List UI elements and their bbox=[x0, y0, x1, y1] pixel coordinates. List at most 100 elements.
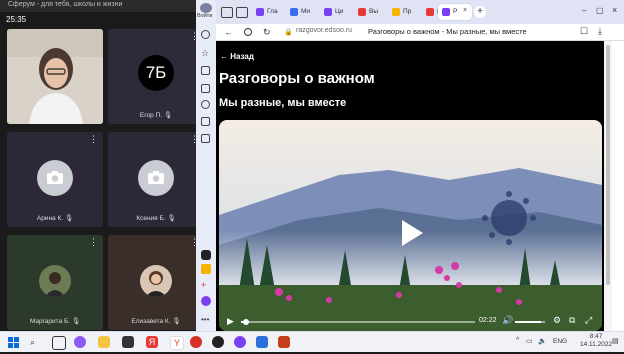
profile-label[interactable]: Войти bbox=[197, 13, 212, 19]
address-bar: ← ↻ 🔒 razgovor.edsoo.ru Разговоры о важн… bbox=[216, 24, 624, 41]
participant-name: Егор П. 🎙 bbox=[139, 112, 173, 119]
mic-muted-icon: 🎙 bbox=[64, 215, 74, 222]
participant-tile[interactable]: ⋮ Елизавета К. 🎙 bbox=[108, 235, 204, 330]
camera-off-icon bbox=[138, 160, 174, 196]
mail-icon[interactable] bbox=[201, 264, 211, 274]
close-tab-icon[interactable]: × bbox=[463, 7, 467, 14]
scrollbar-thumb[interactable] bbox=[606, 45, 610, 285]
url-field[interactable]: razgovor.edsoo.ru bbox=[296, 27, 352, 34]
more-icon[interactable]: ⋮ bbox=[89, 238, 98, 247]
play-pause-icon[interactable]: ▶ bbox=[227, 316, 234, 327]
history-icon[interactable] bbox=[201, 30, 210, 39]
settings-gear-icon[interactable]: ⚙ bbox=[553, 315, 561, 326]
tab-bar: Гла Ми Ци Вы Пр Ко Р× + – ▢ × bbox=[216, 0, 624, 24]
participant-avatar: 7Б bbox=[138, 55, 174, 91]
browser-side-panel: Войти ☆ + ••• bbox=[196, 0, 216, 331]
back-icon[interactable]: ← bbox=[224, 27, 233, 37]
add-icon[interactable]: + bbox=[201, 280, 211, 290]
camera-off-icon bbox=[37, 160, 73, 196]
video-frame bbox=[219, 120, 602, 331]
play-icon[interactable] bbox=[201, 100, 210, 109]
profile-icon[interactable] bbox=[200, 3, 212, 13]
bookmarks-icon[interactable]: ☆ bbox=[201, 48, 211, 58]
participant-tile[interactable]: ⋮ 7Б Егор П. 🎙 bbox=[108, 29, 204, 124]
download-icon[interactable]: ⤓ bbox=[598, 26, 602, 37]
web-page: ← Назад Разговоры о важном Мы разные, мы… bbox=[216, 41, 604, 331]
participant-tile-video[interactable] bbox=[7, 29, 103, 124]
progress-track[interactable] bbox=[241, 319, 475, 325]
tabs-overview-icon[interactable] bbox=[221, 7, 233, 18]
downloads-icon[interactable] bbox=[201, 117, 210, 126]
mic-muted-icon: 🎙 bbox=[167, 215, 176, 222]
back-link[interactable]: ← Назад bbox=[220, 52, 254, 61]
progress-handle[interactable] bbox=[242, 319, 249, 325]
speaker-icon[interactable]: 🔈 bbox=[538, 337, 547, 345]
more-icon[interactable]: ••• bbox=[201, 315, 211, 325]
participant-tile[interactable]: ⋮ Ксения Б. 🎙 bbox=[108, 132, 204, 227]
sferum-icon[interactable] bbox=[234, 336, 246, 348]
participant-name: Арина К. 🎙 bbox=[36, 215, 74, 222]
tab[interactable]: Ми bbox=[286, 4, 316, 20]
settings-icon[interactable] bbox=[201, 134, 210, 143]
bookmark-icon[interactable]: ☐ bbox=[580, 26, 588, 37]
mic-muted-icon: 🎙 bbox=[163, 112, 173, 119]
pip-icon[interactable]: ⧉ bbox=[569, 315, 575, 326]
participant-tile[interactable]: ⋮ Маргарита Б. 🎙 bbox=[7, 235, 103, 330]
page-subtitle: Мы разные, мы вместе bbox=[219, 97, 347, 109]
participant-video-feed bbox=[7, 29, 103, 124]
media-icon[interactable] bbox=[212, 336, 224, 348]
alice-icon[interactable] bbox=[201, 296, 211, 306]
tab-favicon bbox=[256, 8, 264, 16]
more-icon[interactable]: ⋮ bbox=[89, 135, 98, 144]
app-icon-dark[interactable] bbox=[201, 250, 211, 260]
page-scrollbar[interactable] bbox=[604, 41, 612, 331]
tab-favicon bbox=[392, 8, 400, 16]
calculator-icon[interactable] bbox=[122, 336, 134, 348]
fullscreen-icon[interactable]: ⤢ bbox=[585, 315, 592, 326]
tab-active[interactable]: Р × bbox=[438, 4, 472, 20]
participant-tile[interactable]: ⋮ Арина К. 🎙 bbox=[7, 132, 103, 227]
volume-slider[interactable] bbox=[515, 321, 545, 323]
tab-groups-icon[interactable] bbox=[236, 7, 248, 18]
participant-name: Ксения Б. 🎙 bbox=[136, 215, 176, 222]
call-window-titlebar: Сферум - для тебя, школы и жизни bbox=[0, 0, 196, 12]
alice-taskbar-icon[interactable] bbox=[74, 336, 86, 348]
participant-avatar bbox=[39, 265, 71, 297]
explorer-icon[interactable] bbox=[98, 336, 110, 348]
call-window-title: Сферум - для тебя, школы и жизни bbox=[8, 1, 123, 8]
tab[interactable]: Вы bbox=[354, 4, 384, 20]
language-indicator[interactable]: ENG bbox=[553, 338, 567, 345]
clock-date: 14.11.2022 bbox=[580, 341, 613, 348]
tray-chevron-icon[interactable]: ^ bbox=[516, 337, 519, 344]
tab-favicon bbox=[426, 8, 434, 16]
task-view-icon[interactable] bbox=[52, 336, 66, 350]
clock[interactable]: 8:47 14.11.2022 bbox=[580, 333, 612, 349]
maximize-icon[interactable]: ▢ bbox=[596, 6, 604, 15]
powerpoint-icon[interactable] bbox=[278, 336, 290, 348]
tab[interactable]: Ци bbox=[320, 4, 350, 20]
yandex-icon[interactable]: Y bbox=[170, 336, 184, 350]
chrome-icon[interactable] bbox=[190, 336, 202, 348]
new-tab-icon[interactable]: + bbox=[474, 6, 486, 18]
video-player[interactable]: ▶ 02:22 🔊 ⚙ ⧉ ⤢ bbox=[219, 120, 602, 331]
network-icon[interactable]: ▭ bbox=[526, 337, 533, 345]
tab[interactable]: Пр bbox=[388, 4, 418, 20]
tab-favicon bbox=[442, 8, 450, 16]
windows-start-icon[interactable] bbox=[8, 336, 20, 348]
browser-right-edge bbox=[612, 41, 624, 331]
word-icon[interactable] bbox=[256, 336, 268, 348]
close-window-icon[interactable]: × bbox=[612, 5, 617, 15]
page-tab-title: Разговоры о важном - Мы разные, мы вмест… bbox=[368, 27, 527, 36]
tab-favicon bbox=[324, 8, 332, 16]
minimize-icon[interactable]: – bbox=[582, 6, 586, 15]
yandex-browser-icon[interactable]: Я bbox=[146, 336, 158, 348]
participant-name: Елизавета К. 🎙 bbox=[131, 318, 181, 325]
search-icon[interactable]: ⌕ bbox=[30, 336, 42, 348]
notes-icon[interactable] bbox=[201, 84, 210, 93]
tab[interactable]: Гла bbox=[252, 4, 282, 20]
notifications-icon[interactable]: ▤ bbox=[612, 337, 619, 345]
reload-icon[interactable]: ↻ bbox=[263, 27, 271, 38]
volume-icon[interactable]: 🔊 bbox=[502, 315, 513, 326]
collections-icon[interactable] bbox=[201, 66, 210, 75]
yandex-icon[interactable] bbox=[244, 28, 252, 36]
